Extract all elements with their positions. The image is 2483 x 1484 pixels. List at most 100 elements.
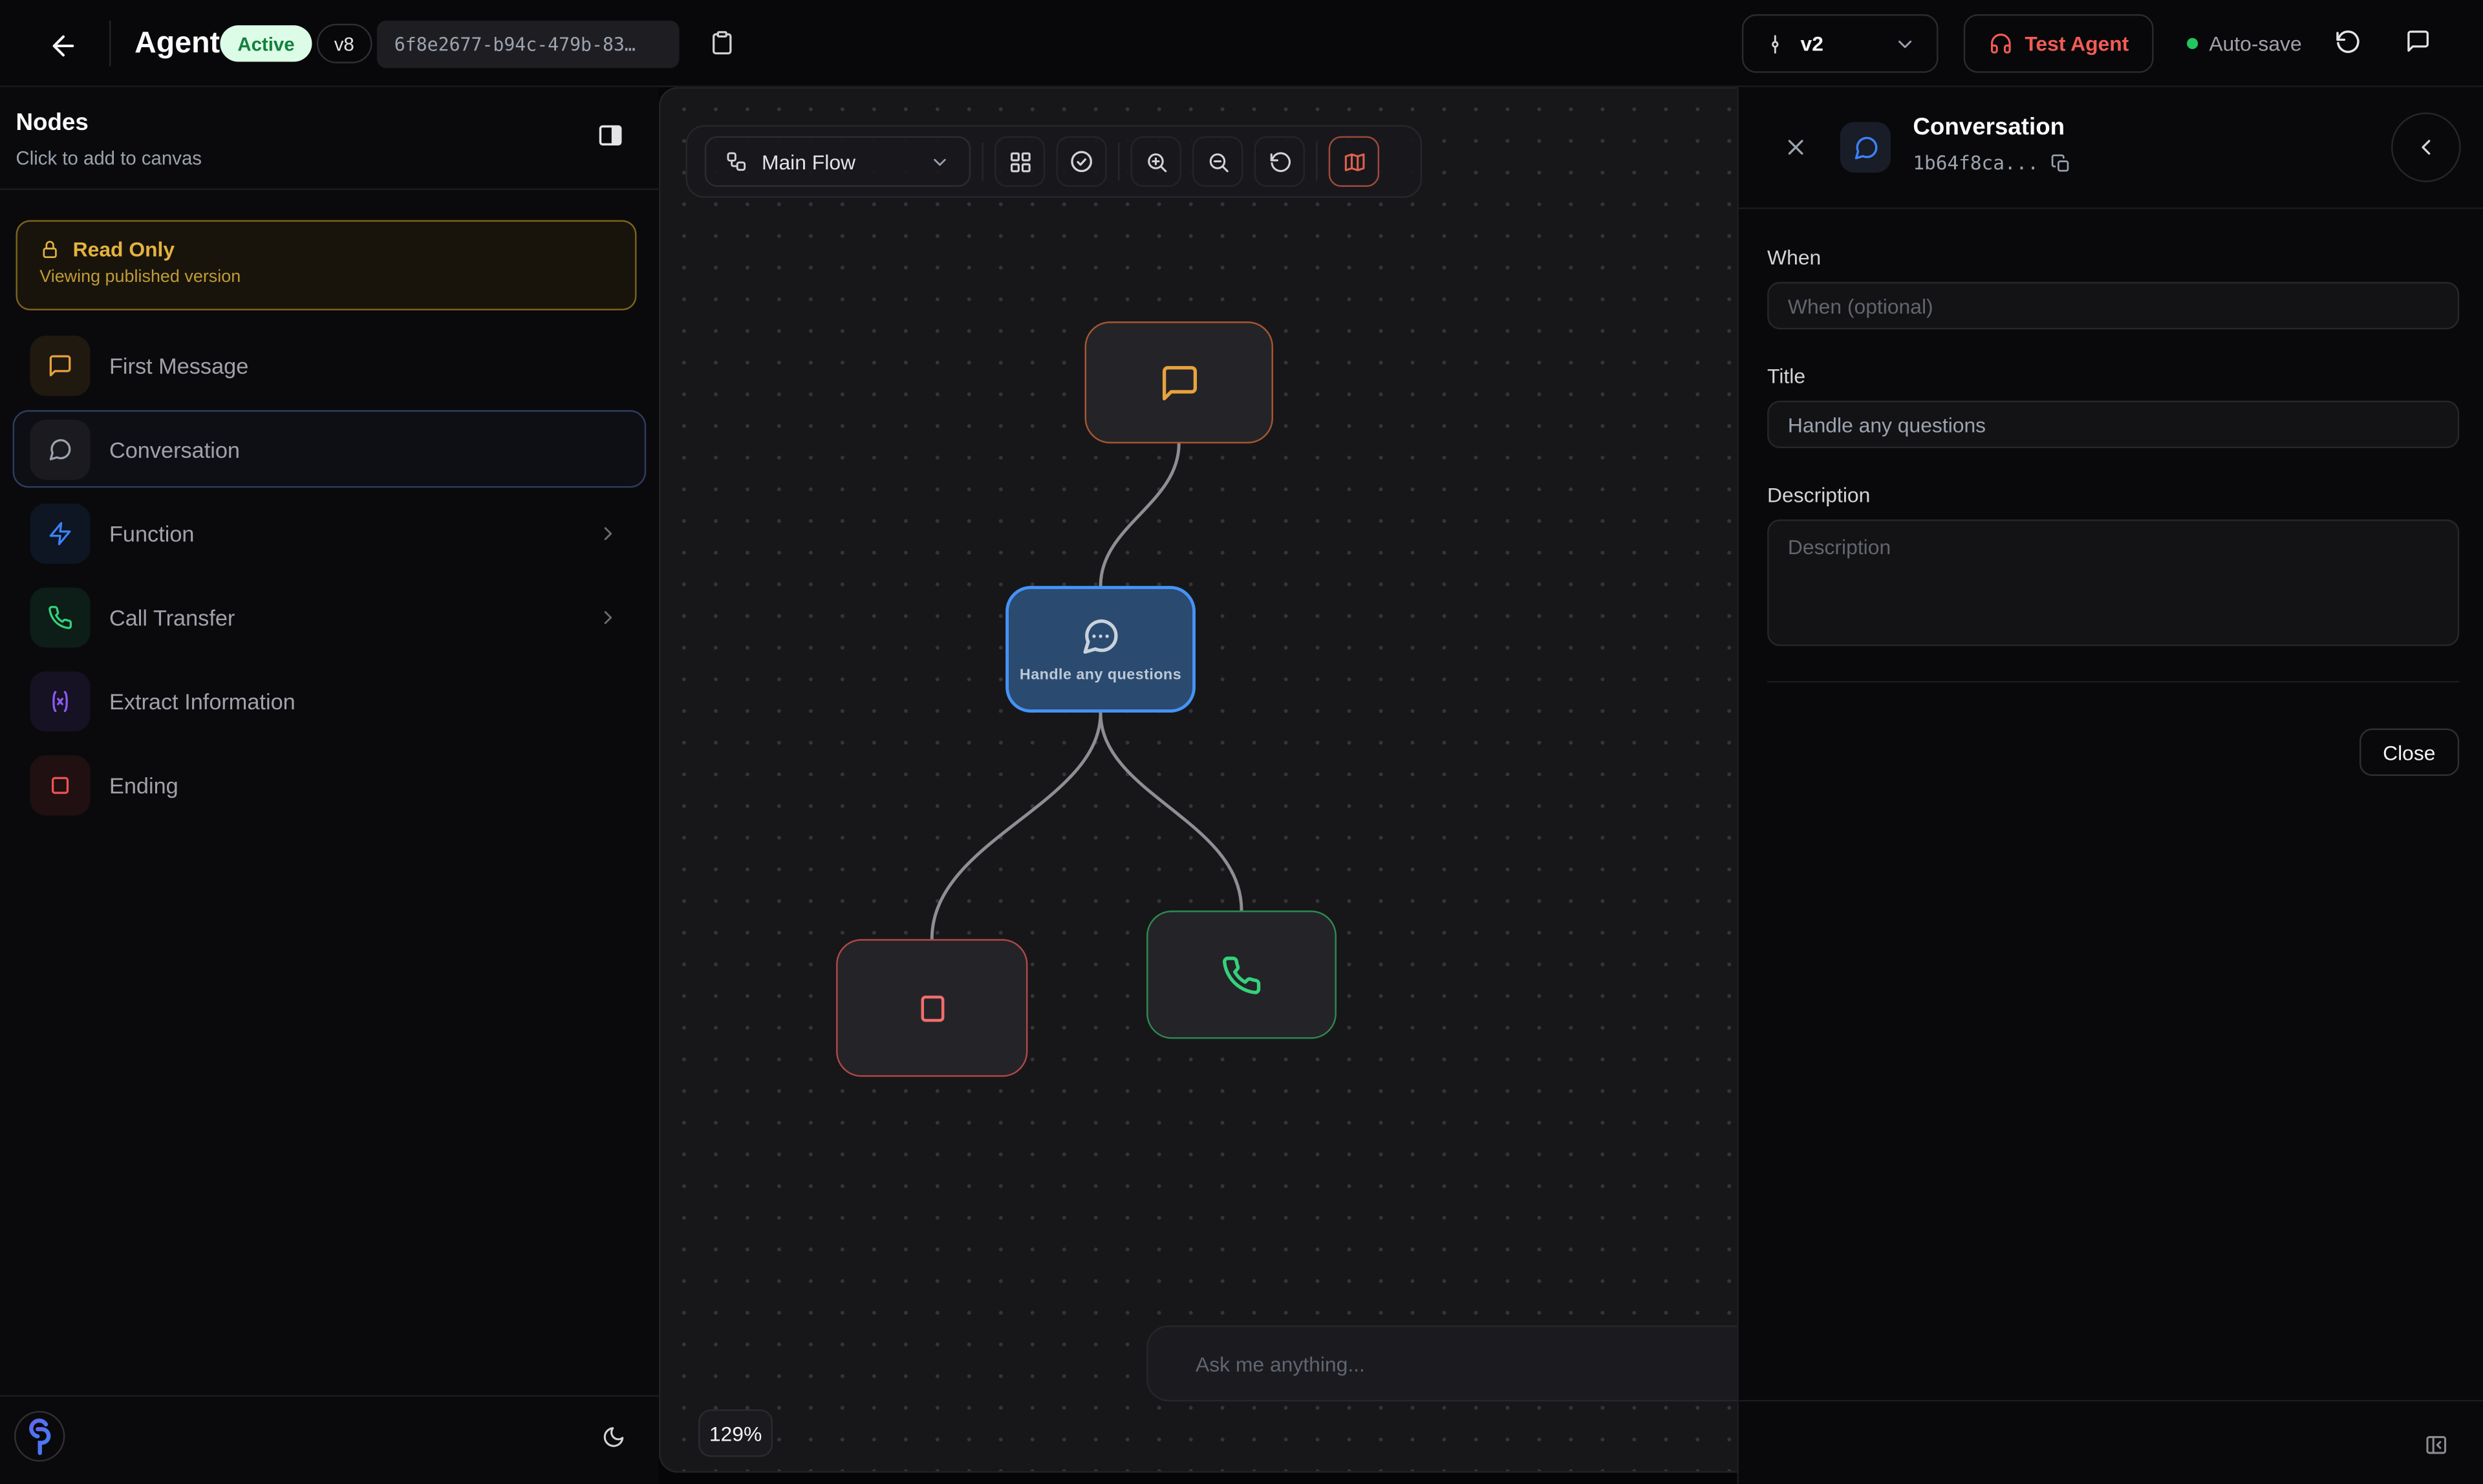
message-square-icon (30, 335, 91, 395)
version-commit-icon (1764, 32, 1786, 54)
extract-parentheses-x-icon (30, 671, 91, 731)
logo-gp[interactable] (13, 1410, 67, 1463)
readonly-title: Read Only (73, 237, 175, 261)
map-icon (1342, 149, 1366, 173)
test-agent-label: Test Agent (2025, 32, 2129, 56)
flow-selector[interactable]: Main Flow (705, 136, 971, 187)
rotate-ccw-icon (2334, 28, 2361, 56)
test-agent-button[interactable]: Test Agent (1964, 14, 2154, 73)
ask-ai-input[interactable] (1148, 1351, 1737, 1375)
title-label: Title (1767, 364, 2459, 388)
moon-icon[interactable] (602, 1425, 626, 1449)
sidebar-item-label: Conversation (109, 436, 629, 462)
lock-icon (39, 239, 60, 260)
message-circle-icon (1852, 134, 1879, 161)
edge-conversation-to-call (1101, 713, 1242, 910)
sidebar-item-call-transfer[interactable]: Call Transfer (13, 578, 647, 656)
node-conversation-selected[interactable]: Handle any questions (1005, 586, 1196, 713)
status-badge: Active (220, 25, 312, 61)
sidebar-item-extract-information[interactable]: Extract Information (13, 662, 647, 740)
agent-id-field[interactable]: 6f8e2677-b94c-479b-83… (377, 21, 680, 68)
reset-view-button[interactable] (1254, 136, 1305, 187)
phone-icon (1221, 954, 1262, 996)
headphones-icon (1988, 32, 2012, 56)
autosave-indicator: Auto-save (2187, 32, 2302, 56)
sidebar-item-label: First Message (109, 352, 629, 378)
when-label: When (1767, 246, 2459, 270)
feedback-chat-button[interactable] (2405, 28, 2431, 54)
workflow-icon (726, 151, 747, 173)
ask-ai-bar[interactable] (1146, 1326, 1737, 1402)
panel-toggle-icon[interactable] (597, 122, 624, 149)
minimap-toggle-button[interactable] (1329, 136, 1379, 187)
nodes-sidebar: Nodes Click to add to canvas Read Only V… (0, 87, 659, 1484)
zoom-out-icon (1206, 149, 1230, 173)
top-bar: Agent Active v8 6f8e2677-b94c-479b-83… v… (0, 0, 2483, 87)
collapse-panel-button[interactable] (2391, 113, 2461, 182)
sidebar-title: Nodes (16, 109, 88, 136)
clipboard-icon[interactable] (709, 30, 735, 58)
node-ending[interactable] (836, 939, 1027, 1077)
when-input[interactable] (1767, 282, 2459, 329)
copy-icon[interactable] (2052, 153, 2072, 173)
zoom-in-icon (1144, 149, 1168, 173)
version-badge: v8 (317, 24, 372, 63)
toolbar-divider (1316, 142, 1317, 180)
chat-bubble-icon (2405, 28, 2431, 54)
close-x-icon[interactable] (1783, 134, 1809, 160)
node-config-panel: Conversation 1b64f8ca... When Title (1737, 87, 2483, 1484)
rotate-ccw-icon (1267, 149, 1291, 173)
sidebar-item-label: Call Transfer (109, 604, 597, 629)
layout-grid-icon (1008, 149, 1032, 173)
chevron-right-icon (597, 522, 619, 544)
square-icon (914, 991, 949, 1026)
toolbar-divider (982, 142, 983, 180)
panel-body: When Title Description Close (1739, 209, 2483, 776)
node-id-text: 1b64f8ca... (1913, 152, 2039, 174)
validate-button[interactable] (1056, 136, 1106, 187)
check-circle-icon (1069, 149, 1094, 174)
node-id: 1b64f8ca... (1913, 152, 2072, 174)
autosave-label: Auto-save (2209, 32, 2301, 56)
message-circle-dots-icon (1080, 615, 1121, 656)
undo-history-button[interactable] (2334, 28, 2361, 56)
arrow-left-icon (47, 30, 79, 62)
title-input[interactable] (1767, 401, 2459, 448)
panel-footer-divider (1739, 1400, 2483, 1401)
topbar-divider (109, 21, 111, 67)
panel-collapse-icon[interactable] (2424, 1433, 2448, 1457)
sidebar-item-label: Ending (109, 772, 629, 797)
node-first-message[interactable] (1085, 321, 1273, 444)
sidebar-item-label: Function (109, 520, 597, 545)
back-button[interactable] (47, 30, 79, 59)
chevron-down-icon (1894, 32, 1916, 54)
version-selector-label: v2 (1800, 32, 1879, 56)
zoom-out-button[interactable] (1192, 136, 1243, 187)
toolbar-divider (1118, 142, 1119, 180)
zap-icon (30, 503, 91, 563)
node-type-list: First Message Conversation Function (0, 326, 659, 823)
autosave-dot (2187, 38, 2198, 49)
chevron-down-icon (930, 151, 951, 172)
description-input[interactable] (1767, 519, 2459, 646)
panel-title: Conversation (1913, 114, 2065, 141)
zoom-in-button[interactable] (1131, 136, 1181, 187)
readonly-subtitle: Viewing published version (39, 268, 613, 286)
sidebar-item-label: Extract Information (109, 688, 629, 713)
chevron-right-icon (597, 606, 619, 628)
close-button[interactable]: Close (2359, 729, 2459, 776)
version-selector[interactable]: v2 (1742, 14, 1939, 73)
zoom-level-badge[interactable]: 129% (698, 1410, 773, 1457)
flow-canvas[interactable]: Main Flow (659, 87, 1737, 1473)
auto-layout-button[interactable] (994, 136, 1045, 187)
sidebar-item-first-message[interactable]: First Message (13, 326, 647, 403)
page-title: Agent (134, 27, 220, 62)
edge-conversation-to-ending (932, 713, 1101, 939)
square-icon (30, 755, 91, 815)
sidebar-item-function[interactable]: Function (13, 494, 647, 572)
node-call-transfer[interactable] (1146, 910, 1337, 1038)
sidebar-item-ending[interactable]: Ending (13, 746, 647, 823)
sidebar-subtitle: Click to add to canvas (16, 147, 202, 169)
description-label: Description (1767, 483, 2459, 507)
sidebar-item-conversation[interactable]: Conversation (13, 410, 647, 488)
